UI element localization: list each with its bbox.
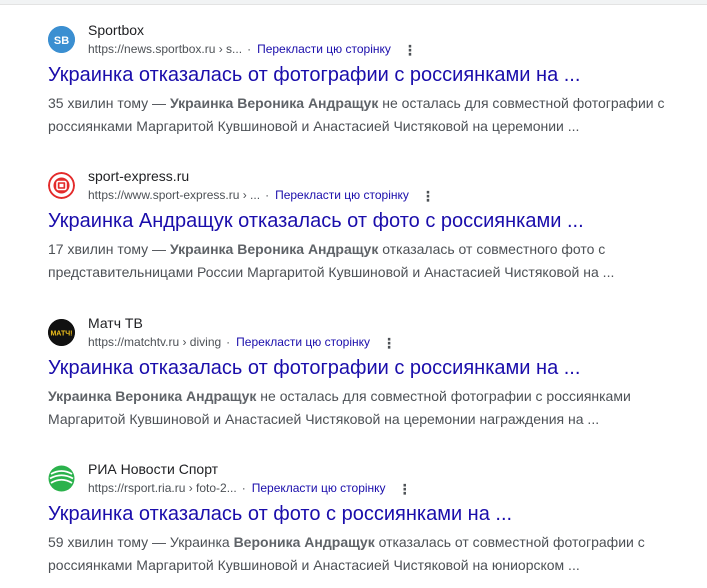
site-url: https://news.sportbox.ru › s...: [88, 42, 243, 56]
result-title-link[interactable]: Украинка отказалась от фото с россиянкам…: [48, 503, 512, 526]
result-snippet: 17 хвилин тому — Украинка Вероника Андра…: [48, 238, 698, 284]
translate-page-link[interactable]: Перекласти цю сторінку: [257, 42, 391, 56]
site-url: https://www.sport-express.ru › ...: [88, 188, 261, 202]
snippet-bold: Украинка Вероника Андращук: [169, 95, 379, 111]
separator-dot: ·: [241, 481, 246, 495]
snippet-time: 35 хвилин тому —: [48, 95, 170, 111]
site-url-line: https://rsport.ria.ru › foto-2... · Перекл…: [88, 481, 412, 496]
result-title-link[interactable]: Украинка Андращук отказалась от фото с р…: [48, 210, 584, 233]
snippet-line-2: россиянками Маргаритой Кувшиновой и Анас…: [48, 118, 580, 134]
site-name: sport-express.ru: [88, 168, 190, 184]
translate-page-link[interactable]: Перекласти цю сторінку: [252, 481, 386, 495]
site-url-line: https://news.sportbox.ru › s... · Переклас…: [88, 42, 417, 57]
search-result: РИА Новости Спорт https://rsport.ria.ru …: [48, 461, 698, 573]
separator-dot: ·: [265, 188, 270, 202]
site-name: Матч ТВ: [88, 315, 143, 331]
translate-page-link[interactable]: Перекласти цю сторінку: [236, 335, 370, 349]
result-source[interactable]: sport-express.ru https://www.sport-expre…: [48, 168, 698, 204]
more-options-icon[interactable]: ⋮: [421, 189, 435, 203]
matchtv-icon-text: МАТЧ!: [50, 331, 72, 338]
snippet-line-2: Маргаритой Кувшиновой и Анастасией Чистя…: [48, 411, 600, 427]
snippet-text: не осталась для совместной фотографии с …: [256, 388, 631, 404]
separator-dot: ·: [226, 335, 231, 349]
site-name: РИА Новости Спорт: [88, 461, 219, 477]
search-result: sport-express.ru https://www.sport-expre…: [48, 168, 698, 280]
site-url: https://matchtv.ru › diving: [88, 335, 222, 349]
result-source[interactable]: МАТЧ! Матч ТВ https://matchtv.ru › divin…: [48, 315, 698, 351]
result-title-link[interactable]: Украинка отказалась от фотографии с росс…: [48, 64, 580, 87]
snippet-bold: Вероника Андращук: [233, 534, 375, 550]
site-url: https://rsport.ria.ru › foto-2...: [88, 481, 237, 495]
snippet-text: не осталась для совместной фотографии с: [378, 95, 665, 111]
result-snippet: Украинка Вероника Андращук не осталась д…: [48, 385, 698, 431]
snippet-bold: Украинка Вероника Андращук: [48, 388, 257, 404]
search-result: МАТЧ! Матч ТВ https://matchtv.ru › divin…: [48, 315, 698, 427]
site-name: Sportbox: [88, 22, 145, 38]
search-result: SB Sportbox https://news.sportbox.ru › s…: [48, 22, 698, 134]
sportbox-icon: SB: [48, 26, 75, 53]
result-snippet: 35 хвилин тому — Украинка Вероника Андра…: [48, 92, 698, 138]
matchtv-icon: МАТЧ!: [48, 319, 75, 346]
separator-dot: ·: [247, 42, 252, 56]
snippet-time: 17 хвилин тому —: [48, 241, 170, 257]
sport-express-icon: [48, 172, 75, 199]
result-snippet: 59 хвилин тому — Украинка Вероника Андра…: [48, 531, 698, 577]
more-options-icon[interactable]: ⋮: [382, 336, 396, 350]
site-url-line: https://matchtv.ru › diving · Перекласти ц…: [88, 335, 396, 350]
ria-sport-icon: [48, 465, 75, 492]
result-source[interactable]: SB Sportbox https://news.sportbox.ru › s…: [48, 22, 698, 58]
snippet-line-2: представительницами России Маргаритой Ку…: [48, 264, 615, 280]
result-title-link[interactable]: Украинка отказалась от фотографии с росс…: [48, 357, 580, 380]
snippet-text: отказалась от совместной фотографии с: [374, 534, 645, 550]
top-divider: [0, 0, 707, 5]
snippet-text: отказалась от совместного фото с: [378, 241, 606, 257]
snippet-bold: Украинка Вероника Андращук: [169, 241, 379, 257]
more-options-icon[interactable]: ⋮: [403, 43, 417, 57]
sportbox-icon-text: SB: [54, 35, 69, 47]
site-url-line: https://www.sport-express.ru › ... · Перек…: [88, 188, 435, 203]
snippet-time: 59 хвилин тому — Украинка: [48, 534, 234, 550]
result-source[interactable]: РИА Новости Спорт https://rsport.ria.ru …: [48, 461, 698, 497]
snippet-line-2: россиянками Маргаритой Кувшиновой и Анас…: [48, 557, 580, 573]
more-options-icon[interactable]: ⋮: [398, 482, 412, 496]
translate-page-link[interactable]: Перекласти цю сторінку: [275, 188, 409, 202]
